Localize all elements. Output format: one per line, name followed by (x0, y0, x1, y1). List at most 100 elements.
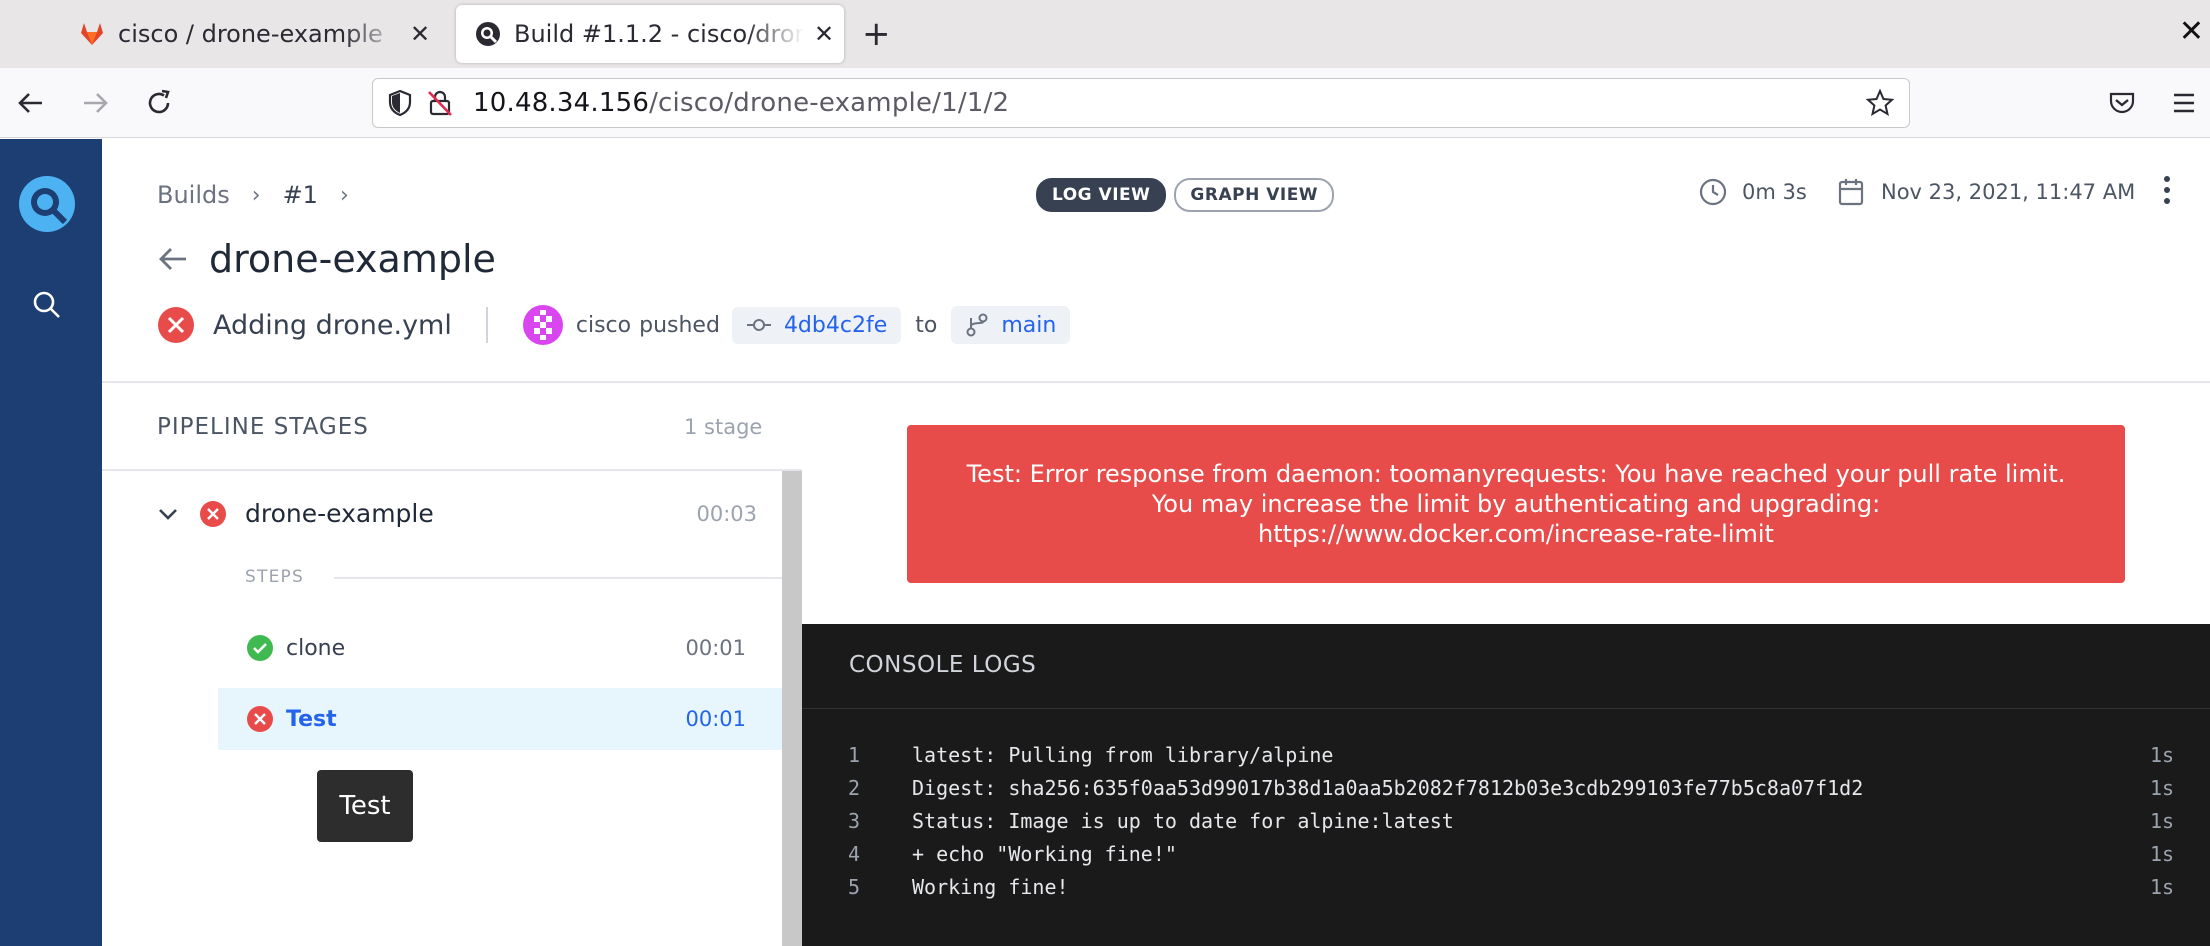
star-icon[interactable] (1865, 88, 1895, 118)
stage-name: drone-example (245, 499, 434, 528)
more-options-icon[interactable] (2162, 175, 2172, 205)
console-logs-heading: CONSOLE LOGS (849, 652, 1037, 678)
log-line-number[interactable]: 1 (802, 743, 912, 767)
arrow-left-icon (18, 93, 42, 113)
log-line-duration: 1s (2150, 841, 2175, 866)
clock-icon (1699, 178, 1727, 206)
log-view-button[interactable]: LOG VIEW (1036, 178, 1167, 212)
browser-tab-build[interactable]: Build #1.1.2 - cisco/drone-example ✕ (456, 5, 844, 63)
gitlab-icon (81, 23, 103, 45)
duration-text: 0m 3s (1742, 180, 1807, 204)
log-line: 1 latest: Pulling from library/alpine 1s (802, 738, 2210, 771)
commit-info: Adding drone.yml cisco pushed 4db4c2fe t… (157, 304, 1071, 346)
failure-status-icon (158, 307, 194, 343)
error-banner: Test: Error response from daemon: tooman… (907, 425, 2125, 583)
browser-tab-bar: cisco / drone-example ✕ Build #1.1.2 - c… (0, 0, 2210, 68)
breadcrumb-builds-link[interactable]: Builds (157, 181, 230, 209)
commit-author: cisco (575, 312, 632, 338)
commit-action: pushed (639, 312, 720, 338)
step-name: clone (286, 635, 346, 661)
log-line-duration: 1s (2150, 808, 2175, 833)
step-name: Test (286, 706, 337, 732)
reload-icon (148, 89, 170, 114)
reload-button[interactable] (142, 86, 176, 120)
stage-duration: 00:03 (696, 501, 757, 526)
title-row: drone-example (157, 237, 496, 281)
url-text: 10.48.34.156/cisco/drone-example/1/1/2 (473, 88, 1009, 118)
window-close-button[interactable]: ✕ (2179, 14, 2204, 49)
step-tooltip: Test (317, 770, 413, 842)
divider (102, 469, 802, 471)
shield-icon (388, 89, 412, 117)
branch-icon (966, 313, 988, 337)
success-status-icon (247, 635, 273, 661)
step-test[interactable]: Test 00:01 (218, 688, 782, 750)
header-divider (102, 381, 2210, 383)
log-line-number[interactable]: 2 (802, 776, 912, 800)
back-arrow-icon[interactable] (157, 244, 189, 274)
breadcrumb: Builds › #1 › (157, 181, 371, 209)
menu-icon[interactable] (2172, 92, 2196, 114)
divider (485, 307, 488, 343)
tab-title: cisco / drone-example (118, 20, 383, 48)
page-title: drone-example (209, 237, 496, 281)
failure-status-icon (247, 706, 273, 732)
console-logs-panel: CONSOLE LOGS 1 latest: Pulling from libr… (802, 624, 2210, 946)
new-tab-button[interactable]: + (862, 14, 891, 54)
log-line-number[interactable]: 4 (802, 842, 912, 866)
branch-link[interactable]: main (951, 306, 1071, 344)
steps-label: STEPS (245, 567, 304, 587)
breadcrumb-build-link[interactable]: #1 (283, 181, 318, 209)
commit-icon (746, 319, 771, 331)
log-line-text: Working fine! (912, 874, 1069, 899)
build-duration: 0m 3s (1698, 177, 1807, 207)
url-host: 10.48.34.156 (473, 88, 650, 118)
log-line-text: Digest: sha256:635f0aa53d99017b38d1a0aa5… (912, 775, 1864, 800)
view-toggle: LOG VIEW GRAPH VIEW (1036, 178, 1335, 212)
chevron-right-icon: › (339, 182, 349, 208)
branch-name: main (1001, 312, 1057, 338)
step-duration: 00:01 (685, 636, 746, 660)
log-line-duration: 1s (2150, 742, 2175, 767)
close-tab-icon[interactable]: ✕ (804, 20, 844, 48)
search-icon[interactable] (31, 289, 63, 321)
failure-status-icon (200, 500, 226, 527)
stages-scrollbar[interactable] (782, 471, 802, 946)
avatar (522, 305, 563, 345)
browser-nav-bar: 10.48.34.156/cisco/drone-example/1/1/2 (0, 68, 2210, 138)
log-line-text: latest: Pulling from library/alpine (912, 742, 1334, 767)
log-line: 2 Digest: sha256:635f0aa53d99017b38d1a0a… (802, 771, 2210, 804)
step-duration: 00:01 (685, 707, 746, 731)
stage-row[interactable]: drone-example 00:03 (157, 499, 797, 528)
chevron-down-icon[interactable] (157, 507, 179, 521)
log-line-text: Status: Image is up to date for alpine:l… (912, 808, 1454, 833)
divider (334, 577, 782, 579)
close-tab-icon[interactable]: ✕ (400, 20, 440, 48)
commit-message: Adding drone.yml (213, 309, 452, 341)
date-text: Nov 23, 2021, 11:47 AM (1881, 180, 2136, 204)
address-bar[interactable]: 10.48.34.156/cisco/drone-example/1/1/2 (372, 78, 1910, 128)
log-line-number[interactable]: 3 (802, 809, 912, 833)
log-line: 3 Status: Image is up to date for alpine… (802, 804, 2210, 837)
pocket-icon[interactable] (2108, 90, 2136, 116)
back-button[interactable] (14, 86, 48, 120)
browser-tab-gitlab[interactable]: cisco / drone-example ✕ (60, 5, 440, 63)
build-date: Nov 23, 2021, 11:47 AM (1837, 177, 2135, 207)
commit-sha-link[interactable]: 4db4c2fe (731, 306, 902, 344)
step-clone[interactable]: clone 00:01 (218, 617, 782, 679)
stage-count: 1 stage (684, 415, 763, 439)
log-line-number[interactable]: 5 (802, 875, 912, 899)
chevron-right-icon: › (251, 182, 261, 208)
graph-view-button[interactable]: GRAPH VIEW (1174, 178, 1335, 212)
log-line-duration: 1s (2150, 874, 2175, 899)
to-label: to (915, 312, 938, 338)
insecure-lock-icon (428, 90, 452, 116)
drone-logo-icon[interactable] (18, 175, 76, 233)
divider (802, 708, 2210, 709)
calendar-icon (1838, 179, 1864, 206)
log-line: 4 + echo "Working fine!" 1s (802, 837, 2210, 870)
arrow-right-icon (84, 93, 108, 113)
commit-sha: 4db4c2fe (783, 312, 888, 338)
drone-icon (476, 22, 500, 46)
forward-button[interactable] (78, 86, 112, 120)
